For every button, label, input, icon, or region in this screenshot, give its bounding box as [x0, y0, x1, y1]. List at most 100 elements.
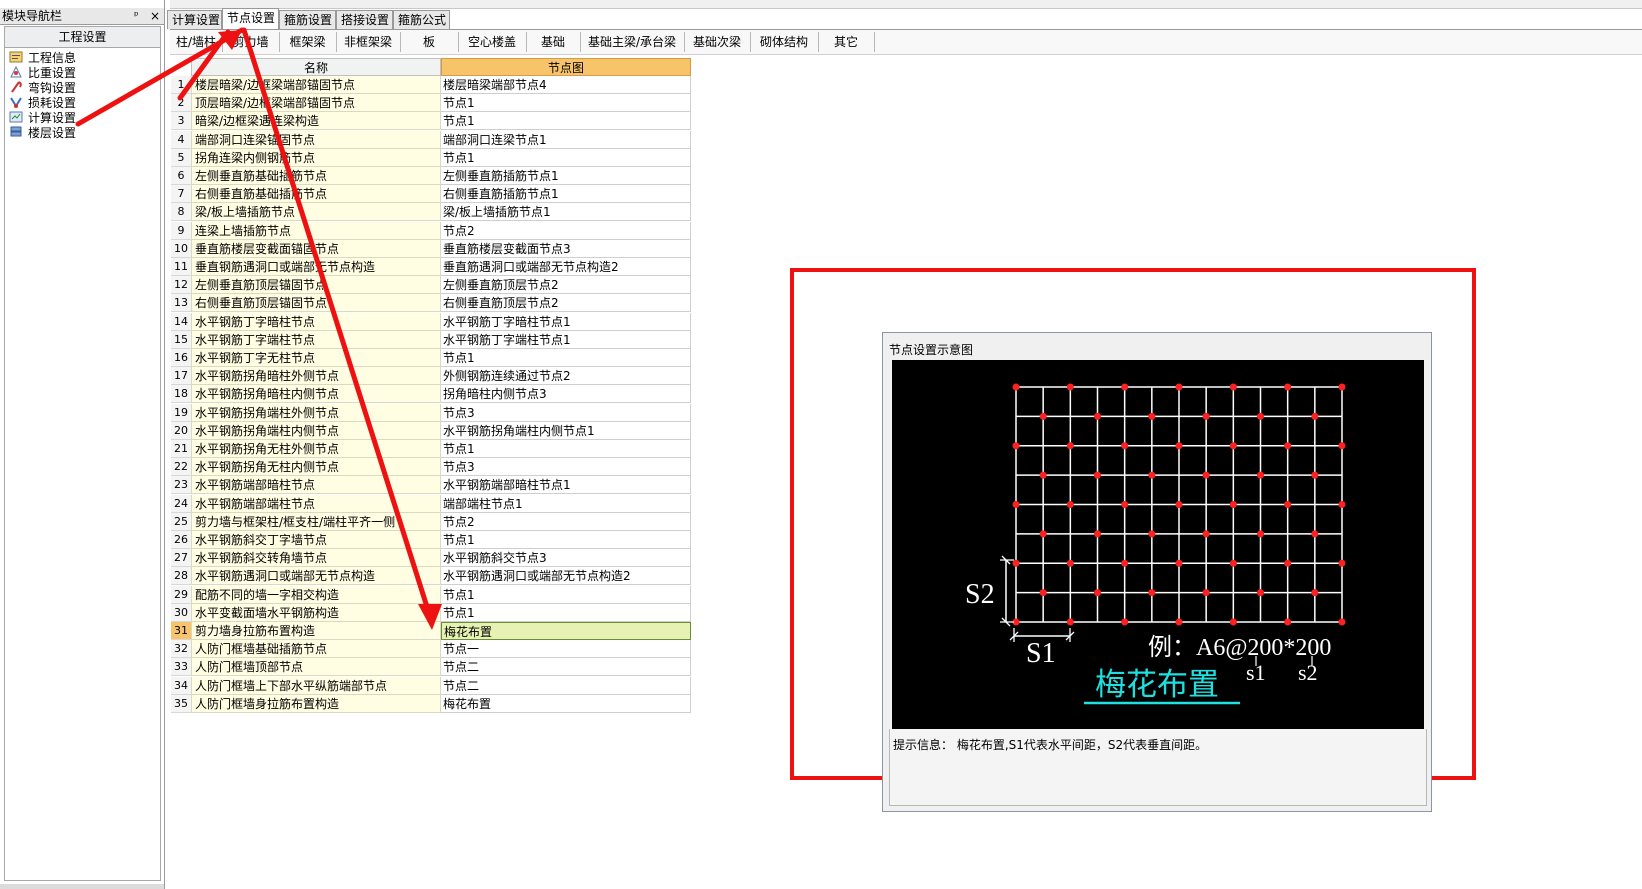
- cell-node[interactable]: 节点1: [441, 112, 691, 131]
- subtab-foundation-secondary-beam[interactable]: 基础次梁: [684, 32, 751, 52]
- subtab-masonry[interactable]: 砌体结构: [750, 32, 819, 52]
- nav-item-loss[interactable]: 损耗设置: [9, 95, 76, 111]
- table-row[interactable]: 20 水平钢筋拐角端柱内侧节点 水平钢筋拐角端柱内侧节点1: [171, 421, 691, 440]
- cell-node[interactable]: 水平钢筋丁字暗柱节点1: [441, 312, 691, 331]
- cell-node[interactable]: 节点2: [441, 512, 691, 531]
- subtab-foundation-main-beam[interactable]: 基础主梁/承台梁: [580, 32, 685, 52]
- cell-node[interactable]: 水平钢筋斜交节点3: [441, 549, 691, 568]
- cell-node[interactable]: 垂直筋遇洞口或端部无节点构造2: [441, 258, 691, 276]
- cell-node[interactable]: 节点1: [441, 531, 691, 549]
- row-number: 7: [171, 185, 191, 204]
- table-row[interactable]: 23 水平钢筋端部暗柱节点 水平钢筋端部暗柱节点1: [171, 476, 691, 495]
- table-row[interactable]: 7 右侧垂直筋基础插筋节点 右侧垂直筋插筋节点1: [171, 185, 691, 204]
- tab-stirrup-settings[interactable]: 箍筋设置: [279, 10, 336, 29]
- cell-node[interactable]: 水平钢筋遇洞口或端部无节点构造2: [441, 567, 691, 586]
- table-row[interactable]: 16 水平钢筋丁字无柱节点 节点1: [171, 349, 691, 367]
- table-row[interactable]: 19 水平钢筋拐角端柱外侧节点 节点3: [171, 403, 691, 422]
- nav-item-floor[interactable]: 楼层设置: [9, 125, 76, 141]
- cell-node[interactable]: 垂直筋楼层变截面节点3: [441, 239, 691, 258]
- close-icon[interactable]: ×: [150, 8, 160, 24]
- subtab-frame-beam[interactable]: 框架梁: [279, 32, 337, 52]
- subtab-other[interactable]: 其它: [818, 32, 875, 52]
- tab-calc-settings[interactable]: 计算设置: [167, 10, 222, 29]
- table-row[interactable]: 9 连梁上墙插筋节点 节点2: [171, 221, 691, 240]
- table-row[interactable]: 11 垂直钢筋遇洞口或端部无节点构造 垂直筋遇洞口或端部无节点构造2: [171, 258, 691, 276]
- table-row[interactable]: 10 垂直筋楼层变截面锚固节点 垂直筋楼层变截面节点3: [171, 239, 691, 258]
- table-row[interactable]: 14 水平钢筋丁字暗柱节点 水平钢筋丁字暗柱节点1: [171, 312, 691, 331]
- nav-item-hook[interactable]: 弯钩设置: [9, 80, 76, 96]
- table-row[interactable]: 8 梁/板上墙插筋节点 梁/板上墙插筋节点1: [171, 203, 691, 222]
- nav-group-header[interactable]: 工程设置: [4, 26, 161, 48]
- cell-node[interactable]: 节点3: [441, 403, 691, 422]
- table-row[interactable]: 33 人防门框墙顶部节点 节点二: [171, 658, 691, 677]
- cell-node[interactable]: 节点二: [441, 658, 691, 677]
- table-row[interactable]: 15 水平钢筋丁字端柱节点 水平钢筋丁字端柱节点1: [171, 330, 691, 349]
- table-row[interactable]: 24 水平钢筋端部端柱节点 端部端柱节点1: [171, 494, 691, 513]
- cell-node[interactable]: 左侧垂直筋顶层节点2: [441, 276, 691, 295]
- table-row[interactable]: 18 水平钢筋拐角暗柱内侧节点 拐角暗柱内侧节点3: [171, 385, 691, 404]
- cell-node[interactable]: 梁/板上墙插筋节点1: [441, 203, 691, 222]
- cell-node[interactable]: 节点1: [441, 440, 691, 458]
- table-row[interactable]: 27 水平钢筋斜交转角墙节点 水平钢筋斜交节点3: [171, 549, 691, 568]
- cell-node[interactable]: 节点1: [441, 148, 691, 167]
- cell-node[interactable]: 节点二: [441, 676, 691, 695]
- cell-node[interactable]: 梅花布置: [441, 622, 691, 640]
- table-row[interactable]: 13 右侧垂直筋顶层锚固节点 右侧垂直筋顶层节点2: [171, 294, 691, 313]
- subtab-foundation[interactable]: 基础: [526, 32, 581, 52]
- cell-node[interactable]: 拐角暗柱内侧节点3: [441, 385, 691, 404]
- tab-node-settings[interactable]: 节点设置: [222, 8, 279, 30]
- table-row[interactable]: 1 楼层暗梁/边框梁端部锚固节点 楼层暗梁端部节点4: [171, 76, 691, 94]
- subtab-slab[interactable]: 板: [400, 32, 459, 52]
- subtab-non-frame-beam[interactable]: 非框架梁: [336, 32, 401, 52]
- subtab-shear-wall[interactable]: 剪力墙: [222, 32, 280, 52]
- table-row[interactable]: 32 人防门框墙基础插筋节点 节点一: [171, 640, 691, 659]
- table-row[interactable]: 30 水平变截面墙水平钢筋构造 节点1: [171, 603, 691, 622]
- cell-node[interactable]: 节点1: [441, 603, 691, 622]
- cell-node[interactable]: 右侧垂直筋插筋节点1: [441, 185, 691, 204]
- table-row[interactable]: 5 拐角连梁内侧钢筋节点 节点1: [171, 148, 691, 167]
- table-row[interactable]: 3 暗梁/边框梁遇连梁构造 节点1: [171, 112, 691, 131]
- nav-item-project-info[interactable]: 工程信息: [9, 50, 76, 66]
- cell-node[interactable]: 右侧垂直筋顶层节点2: [441, 294, 691, 313]
- column-header-name[interactable]: 名称: [191, 58, 441, 76]
- cell-node[interactable]: 端部洞口连梁节点1: [441, 130, 691, 149]
- table-row[interactable]: 17 水平钢筋拐角暗柱外侧节点 外侧钢筋连续通过节点2: [171, 367, 691, 386]
- cell-node[interactable]: 梅花布置: [441, 694, 691, 713]
- cell-node[interactable]: 节点1: [441, 94, 691, 113]
- table-row[interactable]: 35 人防门框墙身拉筋布置构造 梅花布置: [171, 694, 691, 713]
- cell-node[interactable]: 节点1: [441, 585, 691, 604]
- cell-node[interactable]: 节点1: [441, 349, 691, 367]
- table-row[interactable]: 2 顶层暗梁/边框梁端部锚固节点 节点1: [171, 94, 691, 113]
- tie-bar-dot: [1066, 383, 1074, 391]
- cell-node[interactable]: 端部端柱节点1: [441, 494, 691, 513]
- nav-item-weight[interactable]: 比重设置: [9, 65, 76, 81]
- table-row[interactable]: 6 左侧垂直筋基础插筋节点 左侧垂直筋插筋节点1: [171, 167, 691, 185]
- pin-icon[interactable]: ᵖ: [134, 8, 139, 24]
- table-row[interactable]: 31 剪力墙身拉筋布置构造 梅花布置: [171, 622, 691, 640]
- cell-node[interactable]: 节点3: [441, 458, 691, 477]
- table-row[interactable]: 4 端部洞口连梁锚固节点 端部洞口连梁节点1: [171, 130, 691, 149]
- tab-stirrup-formula[interactable]: 箍筋公式: [393, 10, 450, 29]
- cell-node[interactable]: 水平钢筋拐角端柱内侧节点1: [441, 421, 691, 440]
- tie-bar-dot: [1148, 412, 1156, 420]
- cell-node[interactable]: 水平钢筋端部暗柱节点1: [441, 476, 691, 495]
- table-row[interactable]: 29 配筋不同的墙一字相交构造 节点1: [171, 585, 691, 604]
- table-row[interactable]: 28 水平钢筋遇洞口或端部无节点构造 水平钢筋遇洞口或端部无节点构造2: [171, 567, 691, 586]
- subtab-hollow-floor[interactable]: 空心楼盖: [458, 32, 527, 52]
- subtab-column-wall-column[interactable]: 柱/墙柱: [170, 32, 223, 52]
- cell-node[interactable]: 左侧垂直筋插筋节点1: [441, 167, 691, 185]
- cell-node[interactable]: 外侧钢筋连续通过节点2: [441, 367, 691, 386]
- table-row[interactable]: 25 剪力墙与框架柱/框支柱/端柱平齐一侧 节点2: [171, 512, 691, 531]
- table-row[interactable]: 22 水平钢筋拐角无柱内侧节点 节点3: [171, 458, 691, 477]
- nav-item-calc[interactable]: 计算设置: [9, 110, 76, 126]
- tab-lap-settings[interactable]: 搭接设置: [336, 10, 393, 29]
- column-header-node[interactable]: 节点图: [441, 58, 691, 76]
- table-row[interactable]: 21 水平钢筋拐角无柱外侧节点 节点1: [171, 440, 691, 458]
- table-row[interactable]: 26 水平钢筋斜交丁字墙节点 节点1: [171, 531, 691, 549]
- table-row[interactable]: 34 人防门框墙上下部水平纵筋端部节点 节点二: [171, 676, 691, 695]
- cell-node[interactable]: 楼层暗梁端部节点4: [441, 76, 691, 94]
- table-row[interactable]: 12 左侧垂直筋顶层锚固节点 左侧垂直筋顶层节点2: [171, 276, 691, 295]
- cell-node[interactable]: 水平钢筋丁字端柱节点1: [441, 330, 691, 349]
- cell-node[interactable]: 节点一: [441, 640, 691, 659]
- cell-node[interactable]: 节点2: [441, 221, 691, 240]
